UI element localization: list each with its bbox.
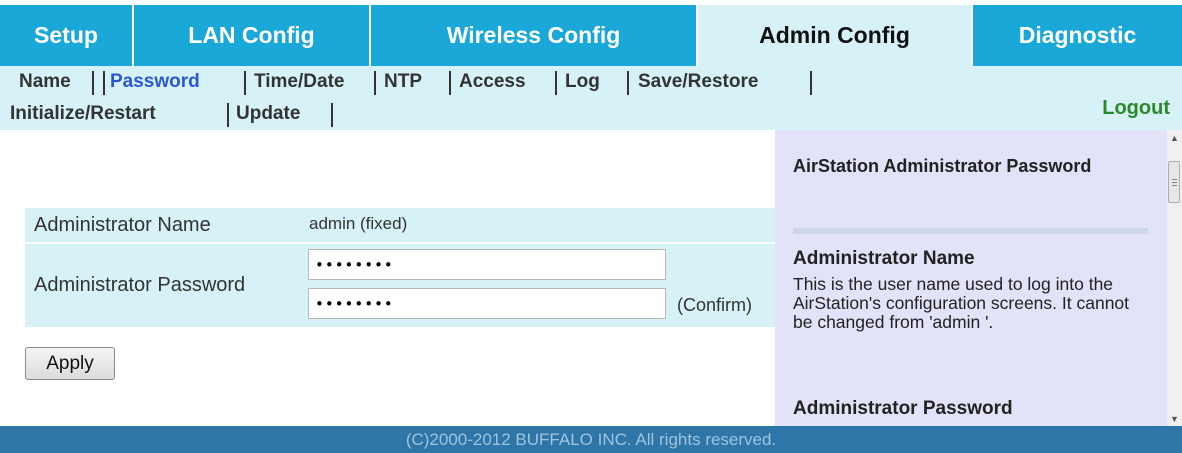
admin-name-value: admin (fixed): [309, 214, 408, 233]
main-tab-bar: Setup LAN Config Wireless Config Admin C…: [0, 0, 1182, 66]
subnav-divider: [555, 71, 557, 95]
help-section-heading: Administrator Password: [793, 398, 1013, 419]
admin-password-label: Administrator Password: [25, 244, 297, 327]
subnav-divider: [92, 71, 94, 95]
help-panel: AirStation Administrator Password Admini…: [775, 130, 1167, 426]
subnav-divider: [810, 71, 812, 95]
tab-setup[interactable]: Setup: [0, 5, 134, 66]
admin-password-label-text: Administrator Password: [34, 274, 246, 296]
apply-button[interactable]: Apply: [25, 347, 115, 380]
subnav-divider: [103, 71, 105, 95]
admin-name-label-text: Administrator Name: [34, 213, 211, 236]
tab-diagnostic[interactable]: Diagnostic: [973, 5, 1182, 66]
scroll-thumb[interactable]: [1168, 161, 1180, 203]
subnav-divider: [374, 71, 376, 95]
subnav-divider: [331, 103, 333, 127]
subnav-access[interactable]: Access: [459, 71, 526, 93]
help-divider: [793, 228, 1148, 234]
footer: (C)2000-2012 BUFFALO INC. All rights res…: [0, 426, 1182, 453]
sub-navigation: Name Password Time/Date NTP Access Log S…: [0, 66, 1182, 130]
main-content: Administrator Name admin (fixed) Adminis…: [0, 130, 775, 430]
copyright-text: (C)2000-2012 BUFFALO INC. All rights res…: [405, 429, 777, 449]
subnav-divider: [627, 71, 629, 95]
thumb-grip-icon: [1172, 182, 1177, 183]
password-input[interactable]: [308, 249, 666, 280]
help-section-text: This is the user name used to log into t…: [793, 274, 1130, 332]
subnav-log[interactable]: Log: [565, 71, 600, 93]
logout-link[interactable]: Logout: [1102, 97, 1170, 120]
tab-admin-config[interactable]: Admin Config: [698, 5, 973, 66]
subnav-save-restore[interactable]: Save/Restore: [638, 71, 758, 93]
admin-name-label: Administrator Name: [25, 208, 297, 242]
admin-name-value-cell: admin (fixed): [297, 208, 775, 242]
subnav-update[interactable]: Update: [236, 103, 300, 125]
tab-lan-config[interactable]: LAN Config: [134, 5, 371, 66]
subnav-divider: [227, 103, 229, 127]
tab-wireless-config[interactable]: Wireless Config: [371, 5, 698, 66]
subnav-divider: [244, 71, 246, 95]
subnav-time-date[interactable]: Time/Date: [254, 71, 344, 93]
subnav-divider: [449, 71, 451, 95]
help-title: AirStation Administrator Password: [793, 156, 1092, 176]
confirm-label: (Confirm): [677, 295, 752, 315]
help-section-heading: Administrator Name: [793, 248, 975, 269]
subnav-password[interactable]: Password: [110, 71, 200, 93]
scroll-up-icon[interactable]: ▲: [1167, 130, 1182, 145]
scroll-down-icon[interactable]: ▼: [1167, 411, 1182, 426]
subnav-ntp[interactable]: NTP: [384, 71, 422, 93]
thumb-grip-icon: [1172, 185, 1177, 186]
thumb-grip-icon: [1172, 179, 1177, 180]
subnav-initialize-restart[interactable]: Initialize/Restart: [10, 103, 156, 125]
subnav-name[interactable]: Name: [19, 71, 71, 93]
help-scrollbar[interactable]: ▲ ▼: [1167, 130, 1182, 426]
password-confirm-input[interactable]: [308, 288, 666, 319]
